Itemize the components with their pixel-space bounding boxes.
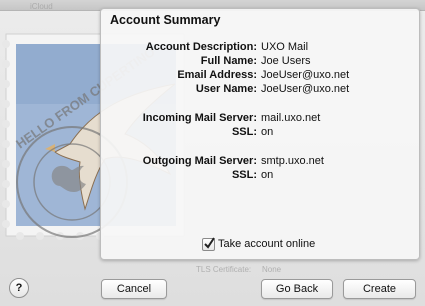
- row-label: User Name:: [195, 83, 257, 95]
- create-button[interactable]: Create: [343, 279, 416, 299]
- row-label: SSL:: [231, 169, 257, 181]
- background-tab-label: iCloud: [30, 2, 53, 11]
- help-button[interactable]: ?: [9, 278, 29, 298]
- row-value: on: [261, 169, 274, 181]
- go-back-button[interactable]: Go Back: [261, 279, 333, 299]
- take-account-online-label: Take account online: [218, 238, 316, 250]
- summary-row-full-name: Full Name: Joe Users: [101, 55, 419, 69]
- checkmark-icon: [204, 236, 215, 249]
- take-account-online-checkbox[interactable]: [202, 236, 215, 251]
- summary-row-outgoing-server: Outgoing Mail Server: smtp.uxo.net: [101, 155, 419, 169]
- panel-title: Account Summary: [110, 13, 221, 27]
- summary-row-incoming-server: Incoming Mail Server: mail.uxo.net: [101, 112, 419, 126]
- row-value: smtp.uxo.net: [261, 155, 324, 167]
- summary-row-incoming-ssl: SSL: on: [101, 126, 419, 140]
- summary-row-user-name: User Name: JoeUser@uxo.net: [101, 83, 419, 97]
- row-label: Full Name:: [200, 55, 257, 67]
- row-value: mail.uxo.net: [261, 112, 321, 124]
- row-value: JoeUser@uxo.net: [261, 69, 350, 81]
- summary-row-email: Email Address: JoeUser@uxo.net: [101, 69, 419, 83]
- row-label: Incoming Mail Server:: [142, 112, 257, 124]
- row-label: Account Description:: [145, 41, 257, 53]
- background-cert-value: None: [262, 265, 282, 274]
- cancel-button[interactable]: Cancel: [101, 279, 167, 299]
- row-label: Outgoing Mail Server:: [142, 155, 257, 167]
- row-value: UXO Mail: [261, 41, 309, 53]
- row-label: Email Address:: [177, 69, 257, 81]
- row-label: SSL:: [231, 126, 257, 138]
- take-account-online-option[interactable]: Take account online: [202, 236, 316, 251]
- row-value: JoeUser@uxo.net: [261, 83, 350, 95]
- summary-row-description: Account Description: UXO Mail: [101, 41, 419, 55]
- summary-row-outgoing-ssl: SSL: on: [101, 169, 419, 183]
- background-cert-label: TLS Certificate:: [196, 265, 252, 274]
- account-summary-panel: Account Summary Account Description: UXO…: [100, 8, 420, 260]
- row-value: Joe Users: [261, 55, 311, 67]
- row-value: on: [261, 126, 274, 138]
